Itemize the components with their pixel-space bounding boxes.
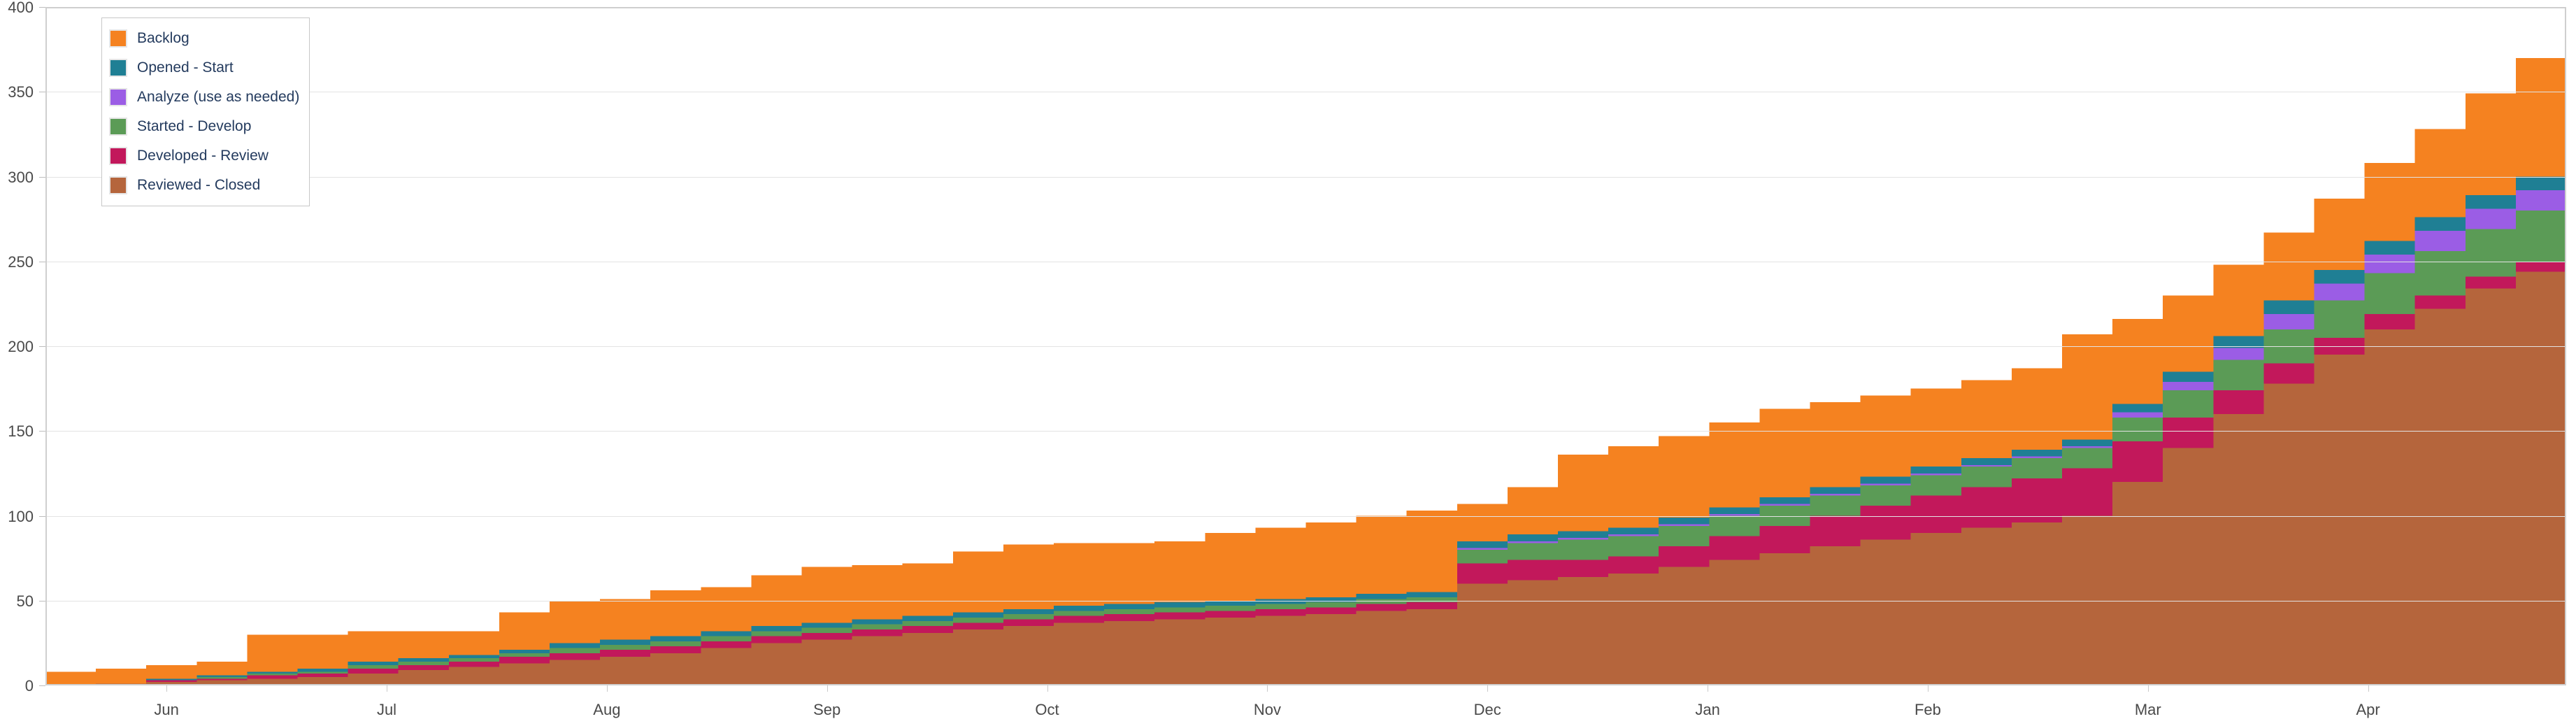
x-tick-mark [2147, 685, 2149, 692]
gridline [45, 346, 2566, 347]
legend-item-label: Started - Develop [137, 118, 252, 134]
x-tick-mark [606, 685, 608, 692]
legend-item[interactable]: Developed - Review [109, 141, 299, 171]
cumulative-flow-chart: NUMBER OF ISSUES 0 50 100 150 200 250 300 350 40… [0, 0, 2576, 726]
y-tick-label: 0 [24, 677, 34, 695]
x-tick-label: Oct [1035, 701, 1059, 718]
x-tick-label: Mar [2134, 701, 2161, 718]
x-tick-label: Jun [154, 701, 179, 718]
y-tick-mark [39, 346, 45, 347]
x-tick-mark [1927, 685, 1929, 692]
x-tick-mark [1267, 685, 1268, 692]
legend-item[interactable]: Opened - Start [109, 53, 299, 83]
legend-swatch-icon [109, 29, 127, 48]
y-tick-mark [39, 515, 45, 517]
x-tick-label: Dec [1473, 701, 1501, 718]
x-tick-mark [166, 685, 168, 692]
y-tick-label: 200 [8, 338, 34, 355]
y-tick-mark [39, 176, 45, 178]
gridline [45, 600, 2566, 602]
legend-item[interactable]: Analyze (use as needed) [109, 83, 299, 112]
y-tick-label: 250 [8, 252, 34, 271]
legend-swatch-icon [109, 59, 127, 77]
y-tick-mark [39, 600, 45, 602]
y-tick-label: 300 [8, 168, 34, 186]
y-tick-label: 350 [8, 83, 34, 101]
x-tick-mark [1047, 685, 1048, 692]
x-tick-mark [2368, 685, 2369, 692]
legend-swatch-icon [109, 176, 127, 194]
y-tick-mark [39, 431, 45, 432]
x-tick-mark [1487, 685, 1489, 692]
y-tick-label: 50 [16, 592, 34, 610]
x-tick-label: Aug [593, 701, 621, 718]
legend-item-label: Analyze (use as needed) [137, 89, 300, 105]
gridline [45, 515, 2566, 517]
y-tick-label: 100 [8, 507, 34, 525]
y-tick-mark [39, 685, 45, 686]
legend-item-label: Opened - Start [137, 59, 234, 76]
y-axis-title: NUMBER OF ISSUES [0, 0, 28, 726]
y-tick-label: 400 [8, 0, 34, 16]
x-tick-label: Apr [2356, 701, 2380, 718]
legend-item[interactable]: Reviewed - Closed [109, 171, 299, 200]
y-tick-mark [39, 7, 45, 8]
legend-swatch-icon [109, 88, 127, 106]
x-tick-mark [827, 685, 828, 692]
legend-item-label: Developed - Review [137, 148, 269, 164]
x-tick-label: Sep [813, 701, 841, 718]
gridline [45, 431, 2566, 432]
gridline [45, 176, 2566, 178]
legend-item[interactable]: Started - Develop [109, 112, 299, 141]
x-tick-label: Jan [1695, 701, 1720, 718]
x-tick-label: Nov [1253, 701, 1281, 718]
x-tick-label: Jul [376, 701, 397, 718]
legend-item[interactable]: Backlog [109, 24, 299, 53]
x-tick-label: Feb [1914, 701, 1941, 718]
legend-item-label: Reviewed - Closed [137, 177, 261, 193]
y-tick-label: 150 [8, 422, 34, 441]
legend-item-label: Backlog [137, 30, 189, 46]
legend-swatch-icon [109, 118, 127, 136]
plot-area: 0 50 100 150 200 250 300 350 400 Jun Jul Aug Sep Oct… [8, 0, 2566, 718]
chart-legend[interactable]: Backlog Opened - Start Analyze (use as nee… [101, 17, 310, 206]
legend-swatch-icon [109, 147, 127, 165]
